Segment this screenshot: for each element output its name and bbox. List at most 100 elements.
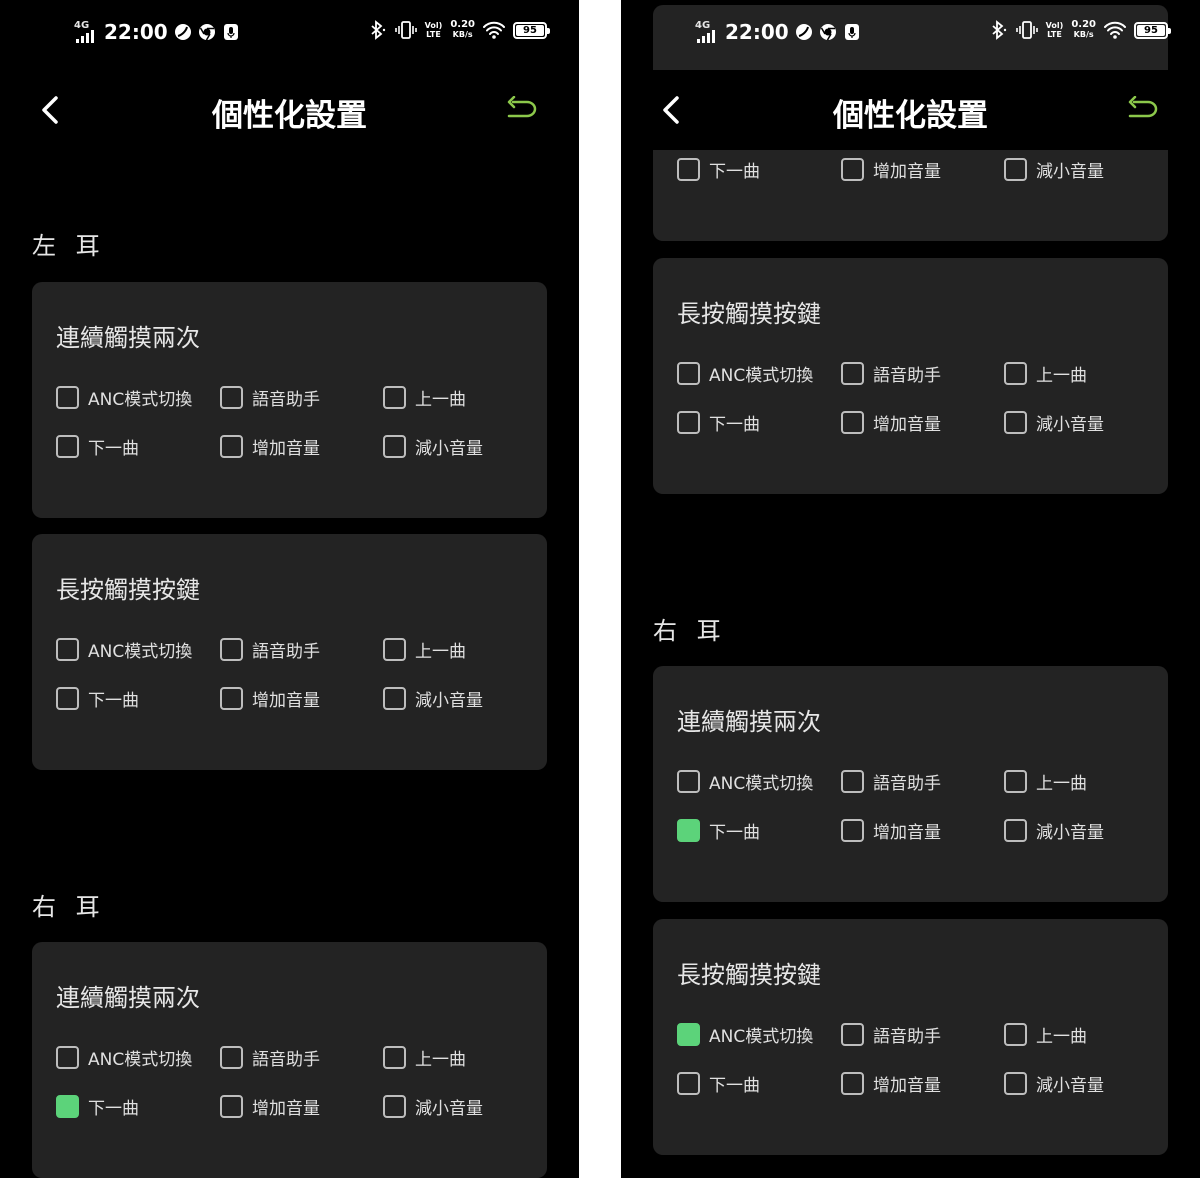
checkbox[interactable] [841, 819, 864, 842]
checkbox[interactable] [677, 819, 700, 842]
option-label: 下一曲 [88, 1099, 139, 1119]
checkbox[interactable] [383, 687, 406, 710]
checkbox[interactable] [56, 386, 79, 409]
option-volume-up[interactable]: 增加音量 [220, 686, 320, 711]
checkbox[interactable] [1004, 411, 1027, 434]
option-previous-track[interactable]: 上一曲 [383, 1045, 466, 1070]
checkbox[interactable] [677, 362, 700, 385]
checkbox[interactable] [677, 1023, 700, 1046]
option-previous-track[interactable]: 上一曲 [383, 385, 466, 410]
undo-arrow-icon[interactable] [1126, 96, 1160, 122]
option-voice-assistant[interactable]: 語音助手 [841, 769, 941, 794]
checkbox[interactable] [220, 435, 243, 458]
checkbox[interactable] [677, 770, 700, 793]
card-double-tap-left: 連續觸摸兩次 ANC模式切換 語音助手 上一曲下一曲 增加音量 減小音量 [32, 282, 547, 518]
checkbox[interactable] [841, 770, 864, 793]
option-volume-down[interactable]: 減小音量 [1004, 410, 1104, 435]
card-title: 連續觸摸兩次 [56, 324, 200, 352]
checkbox[interactable] [1004, 819, 1027, 842]
option-next-track[interactable]: 下一曲 [677, 1071, 760, 1096]
option-voice-assistant[interactable]: 語音助手 [220, 385, 320, 410]
checkbox[interactable] [1004, 1072, 1027, 1095]
option-volume-down[interactable]: 減小音量 [383, 1094, 483, 1119]
option-voice-assistant[interactable]: 語音助手 [220, 637, 320, 662]
checkbox[interactable] [677, 1072, 700, 1095]
option-label: 上一曲 [415, 390, 466, 410]
option-voice-assistant[interactable]: 語音助手 [220, 1045, 320, 1070]
checkbox[interactable] [56, 1046, 79, 1069]
option-label: 減小音量 [1036, 415, 1104, 435]
checkbox[interactable] [383, 435, 406, 458]
checkbox[interactable] [1004, 770, 1027, 793]
checkbox[interactable] [841, 158, 864, 181]
option-next-track[interactable]: 下一曲 [56, 1094, 139, 1119]
checkbox[interactable] [220, 687, 243, 710]
checkbox[interactable] [841, 1072, 864, 1095]
checkbox[interactable] [56, 435, 79, 458]
option-label: 下一曲 [709, 823, 760, 843]
option-volume-down[interactable]: 減小音量 [1004, 1071, 1104, 1096]
option-anc-mode-toggle[interactable]: ANC模式切換 [56, 385, 192, 410]
section-title-right-ear: 右 耳 [653, 617, 727, 645]
undo-arrow-icon[interactable] [505, 96, 539, 122]
checkbox[interactable] [220, 386, 243, 409]
option-volume-down[interactable]: 減小音量 [1004, 157, 1104, 182]
option-label: 上一曲 [1036, 366, 1087, 386]
checkbox[interactable] [383, 1046, 406, 1069]
option-volume-down[interactable]: 減小音量 [1004, 818, 1104, 843]
checkbox[interactable] [220, 1046, 243, 1069]
option-label: ANC模式切換 [88, 1050, 193, 1070]
option-next-track[interactable]: 下一曲 [56, 434, 139, 459]
option-label: ANC模式切換 [88, 390, 193, 410]
recorder-icon [223, 24, 238, 40]
option-label: 增加音量 [873, 162, 941, 182]
checkbox[interactable] [1004, 1023, 1027, 1046]
option-label: 下一曲 [88, 691, 139, 711]
option-anc-mode-toggle[interactable]: ANC模式切換 [56, 1045, 192, 1070]
option-previous-track[interactable]: 上一曲 [1004, 769, 1087, 794]
option-anc-mode-toggle[interactable]: ANC模式切換 [677, 769, 813, 794]
checkbox[interactable] [220, 638, 243, 661]
option-anc-mode-toggle[interactable]: ANC模式切換 [677, 1022, 813, 1047]
checkbox[interactable] [1004, 362, 1027, 385]
checkbox[interactable] [841, 411, 864, 434]
option-label: ANC模式切換 [709, 1027, 814, 1047]
checkbox[interactable] [1004, 158, 1027, 181]
option-volume-down[interactable]: 減小音量 [383, 434, 483, 459]
clock: 22:00 [725, 20, 789, 44]
checkbox[interactable] [383, 1095, 406, 1118]
checkbox[interactable] [220, 1095, 243, 1118]
card-title: 長按觸摸按鍵 [677, 300, 821, 328]
option-volume-up[interactable]: 增加音量 [841, 410, 941, 435]
checkbox[interactable] [841, 362, 864, 385]
network-speed: 0.20 KB/s [450, 19, 475, 40]
option-volume-up[interactable]: 增加音量 [841, 818, 941, 843]
option-label: 增加音量 [252, 1099, 320, 1119]
option-voice-assistant[interactable]: 語音助手 [841, 361, 941, 386]
option-volume-up[interactable]: 增加音量 [841, 1071, 941, 1096]
checkbox[interactable] [677, 411, 700, 434]
clock: 22:00 [104, 20, 168, 44]
option-label: 減小音量 [415, 691, 483, 711]
checkbox[interactable] [383, 386, 406, 409]
option-next-track[interactable]: 下一曲 [56, 686, 139, 711]
option-previous-track[interactable]: 上一曲 [383, 637, 466, 662]
option-volume-down[interactable]: 減小音量 [383, 686, 483, 711]
checkbox[interactable] [56, 687, 79, 710]
option-volume-up[interactable]: 增加音量 [220, 434, 320, 459]
option-next-track[interactable]: 下一曲 [677, 818, 760, 843]
option-next-track[interactable]: 下一曲 [677, 157, 760, 182]
option-volume-up[interactable]: 增加音量 [841, 157, 941, 182]
option-previous-track[interactable]: 上一曲 [1004, 1022, 1087, 1047]
option-volume-up[interactable]: 增加音量 [220, 1094, 320, 1119]
option-anc-mode-toggle[interactable]: ANC模式切換 [56, 637, 192, 662]
option-voice-assistant[interactable]: 語音助手 [841, 1022, 941, 1047]
checkbox[interactable] [841, 1023, 864, 1046]
checkbox[interactable] [56, 1095, 79, 1118]
option-previous-track[interactable]: 上一曲 [1004, 361, 1087, 386]
checkbox[interactable] [677, 158, 700, 181]
checkbox[interactable] [56, 638, 79, 661]
option-next-track[interactable]: 下一曲 [677, 410, 760, 435]
checkbox[interactable] [383, 638, 406, 661]
option-anc-mode-toggle[interactable]: ANC模式切換 [677, 361, 813, 386]
